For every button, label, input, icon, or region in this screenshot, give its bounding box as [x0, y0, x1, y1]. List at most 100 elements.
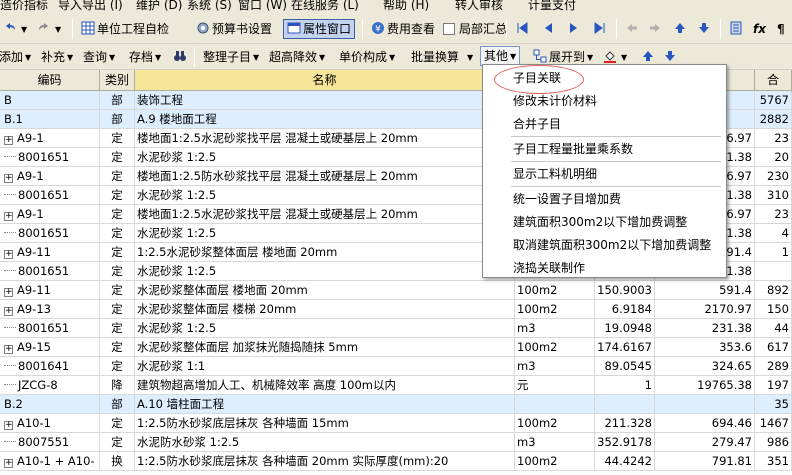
cell-qty[interactable]: 352.9178	[595, 433, 655, 452]
pilcrow-button[interactable]: ¶	[774, 19, 788, 39]
super-height-button[interactable]: 超高降效 ▼	[266, 47, 328, 67]
archive-button[interactable]: 存档 ▼	[126, 47, 164, 67]
partial-summary-checkbox[interactable]: 局部汇总	[440, 19, 510, 39]
cell-type[interactable]: 定	[100, 148, 135, 167]
menu-window[interactable]: 窗口 (W)	[238, 0, 287, 14]
cell-code[interactable]: + A9-1	[0, 129, 100, 148]
cell-name[interactable]: 水泥砂浆 1:2.5	[135, 224, 515, 243]
table-row[interactable]: JZCG-8 降建筑物超高增加人工、机械降效率 高度 100m以内元 1 19765.…	[0, 376, 792, 395]
cell-name[interactable]: 1:2.5水泥砂浆整体面层 楼地面 20mm	[135, 243, 515, 262]
cell-code[interactable]: 8001641	[0, 357, 100, 376]
cell-type[interactable]: 定	[100, 357, 135, 376]
cell-code[interactable]: B	[0, 91, 100, 110]
cell-name[interactable]: 水泥砂浆整体面层 楼地面 20mm	[135, 281, 515, 300]
cell-unit[interactable]	[515, 395, 595, 414]
menu-cost-index[interactable]: 造价指标	[0, 0, 48, 14]
cell-code[interactable]: B.2	[0, 395, 100, 414]
cell-type[interactable]: 定	[100, 338, 135, 357]
expand-icon[interactable]: +	[4, 288, 13, 297]
cell-name[interactable]: 装饰工程	[135, 91, 515, 110]
header-type[interactable]: 类别	[100, 70, 135, 91]
header-total[interactable]: 合	[755, 70, 792, 91]
cell-name[interactable]: A.9 楼地面工程	[135, 110, 515, 129]
menu-help[interactable]: 帮助 (H)	[383, 0, 429, 14]
unit-check-button[interactable]: 单位工程自检	[78, 19, 172, 39]
menu-review[interactable]: 转人审核	[455, 0, 503, 14]
table-row[interactable]: + A9-13 定水泥砂浆整体面层 楼梯 20mm 100m2 6.9184 2170.9…	[0, 300, 792, 319]
expand-icon[interactable]: +	[4, 421, 13, 430]
cell-type[interactable]: 定	[100, 205, 135, 224]
cell-type[interactable]: 定	[100, 129, 135, 148]
menu-maintain[interactable]: 维护 (D)	[136, 0, 182, 14]
cell-qty[interactable]: 150.9003	[595, 281, 655, 300]
add-button[interactable]: 添加 ▼	[0, 47, 34, 67]
supplement-button[interactable]: 补充 ▼	[38, 47, 76, 67]
header-code[interactable]: 编码	[0, 70, 100, 91]
cell-unit[interactable]: m3	[515, 319, 595, 338]
cell-price[interactable]: 19765.38	[655, 376, 755, 395]
cell-name[interactable]: 楼地面1:2.5水泥砂浆找平层 混凝土或硬基层上 20mm	[135, 129, 515, 148]
nav-last-button[interactable]	[590, 19, 612, 39]
expand-icon[interactable]: +	[4, 174, 13, 183]
cell-qty[interactable]: 89.0545	[595, 357, 655, 376]
cell-total[interactable]: 4	[755, 224, 792, 243]
cell-code[interactable]: + A10-1 + A10-	[0, 452, 100, 471]
cell-code[interactable]: 8007551	[0, 433, 100, 452]
context-menu-item[interactable]: 合并子目	[513, 115, 561, 133]
cell-name[interactable]: 水泥砂浆 1:2.5	[135, 262, 515, 281]
cell-name[interactable]: 楼地面1:2.5水泥砂浆找平层 混凝土或硬基层上 20mm	[135, 205, 515, 224]
cell-name[interactable]: 水泥砂浆 1:2.5	[135, 319, 515, 338]
fx-button[interactable]: fx	[750, 19, 769, 39]
cell-total[interactable]: 351	[755, 452, 792, 471]
cell-price[interactable]: 279.47	[655, 433, 755, 452]
cell-qty[interactable]: 211.328	[595, 414, 655, 433]
menu-import-export[interactable]: 导入导出 (I)	[58, 0, 123, 14]
cell-total[interactable]: 230	[755, 167, 792, 186]
cell-unit[interactable]: m3	[515, 433, 595, 452]
cell-type[interactable]: 定	[100, 414, 135, 433]
move-left-button[interactable]	[622, 19, 644, 39]
cell-total[interactable]: 197	[755, 376, 792, 395]
undo-button[interactable]: ▼	[0, 19, 30, 39]
cell-code[interactable]: + A9-1	[0, 167, 100, 186]
cell-name[interactable]: 水泥防水砂浆 1:2.5	[135, 433, 515, 452]
cell-unit[interactable]: m3	[515, 357, 595, 376]
table-row[interactable]: 8007551 定水泥防水砂浆 1:2.5 m3 352.9178 279.47 986	[0, 433, 792, 452]
cell-unit[interactable]: 100m2	[515, 281, 595, 300]
cell-type[interactable]: 部	[100, 395, 135, 414]
cell-code[interactable]: + A10-1	[0, 414, 100, 433]
table-row[interactable]: + A10-1 定 1:2.5防水砂浆底层抹灰 各种墙面 15mm 100m2 211.3…	[0, 414, 792, 433]
cell-price[interactable]: 694.46	[655, 414, 755, 433]
cell-total[interactable]: 892	[755, 281, 792, 300]
menu-online[interactable]: 在线服务 (L)	[291, 0, 359, 14]
context-menu-item[interactable]: 取消建筑面积300m2以下增加费调整	[513, 236, 711, 254]
cell-code[interactable]: + A9-11	[0, 243, 100, 262]
cell-name[interactable]: 水泥砂浆 1:2.5	[135, 186, 515, 205]
table-row[interactable]: B.2 部 A.10 墙柱面工程 35	[0, 395, 792, 414]
cell-price[interactable]: 2170.97	[655, 300, 755, 319]
cell-total[interactable]: 310	[755, 186, 792, 205]
nav-first-button[interactable]	[512, 19, 534, 39]
cell-unit[interactable]: 100m2	[515, 452, 595, 471]
cell-total[interactable]: 289	[755, 357, 792, 376]
cell-name[interactable]: 水泥砂浆整体面层 加浆抹光随捣随抹 5mm	[135, 338, 515, 357]
nav-next-button[interactable]	[564, 19, 586, 39]
context-menu-item[interactable]: 子目工程量批量乘系数	[513, 140, 633, 158]
cell-price[interactable]: 791.81	[655, 452, 755, 471]
menu-billing[interactable]: 计量支付	[528, 0, 576, 14]
move-right-button[interactable]	[645, 19, 667, 39]
cell-code[interactable]: JZCG-8	[0, 376, 100, 395]
cell-total[interactable]	[755, 262, 792, 281]
table-row[interactable]: 8001641 定水泥砂浆 1:1 m3 89.0545 324.65 289	[0, 357, 792, 376]
cell-code[interactable]: + A9-11	[0, 281, 100, 300]
cell-type[interactable]: 部	[100, 110, 135, 129]
context-menu-item[interactable]: 修改未计价材料	[513, 92, 597, 110]
cell-code[interactable]: 8001651	[0, 224, 100, 243]
cell-unit[interactable]: 100m2	[515, 414, 595, 433]
cell-price[interactable]	[655, 395, 755, 414]
cell-code[interactable]: 8001651	[0, 262, 100, 281]
cell-price[interactable]: 591.4	[655, 281, 755, 300]
expand-icon[interactable]: +	[4, 307, 13, 316]
cell-unit[interactable]: 100m2	[515, 338, 595, 357]
other-button[interactable]: 其他 ▼	[480, 46, 521, 66]
